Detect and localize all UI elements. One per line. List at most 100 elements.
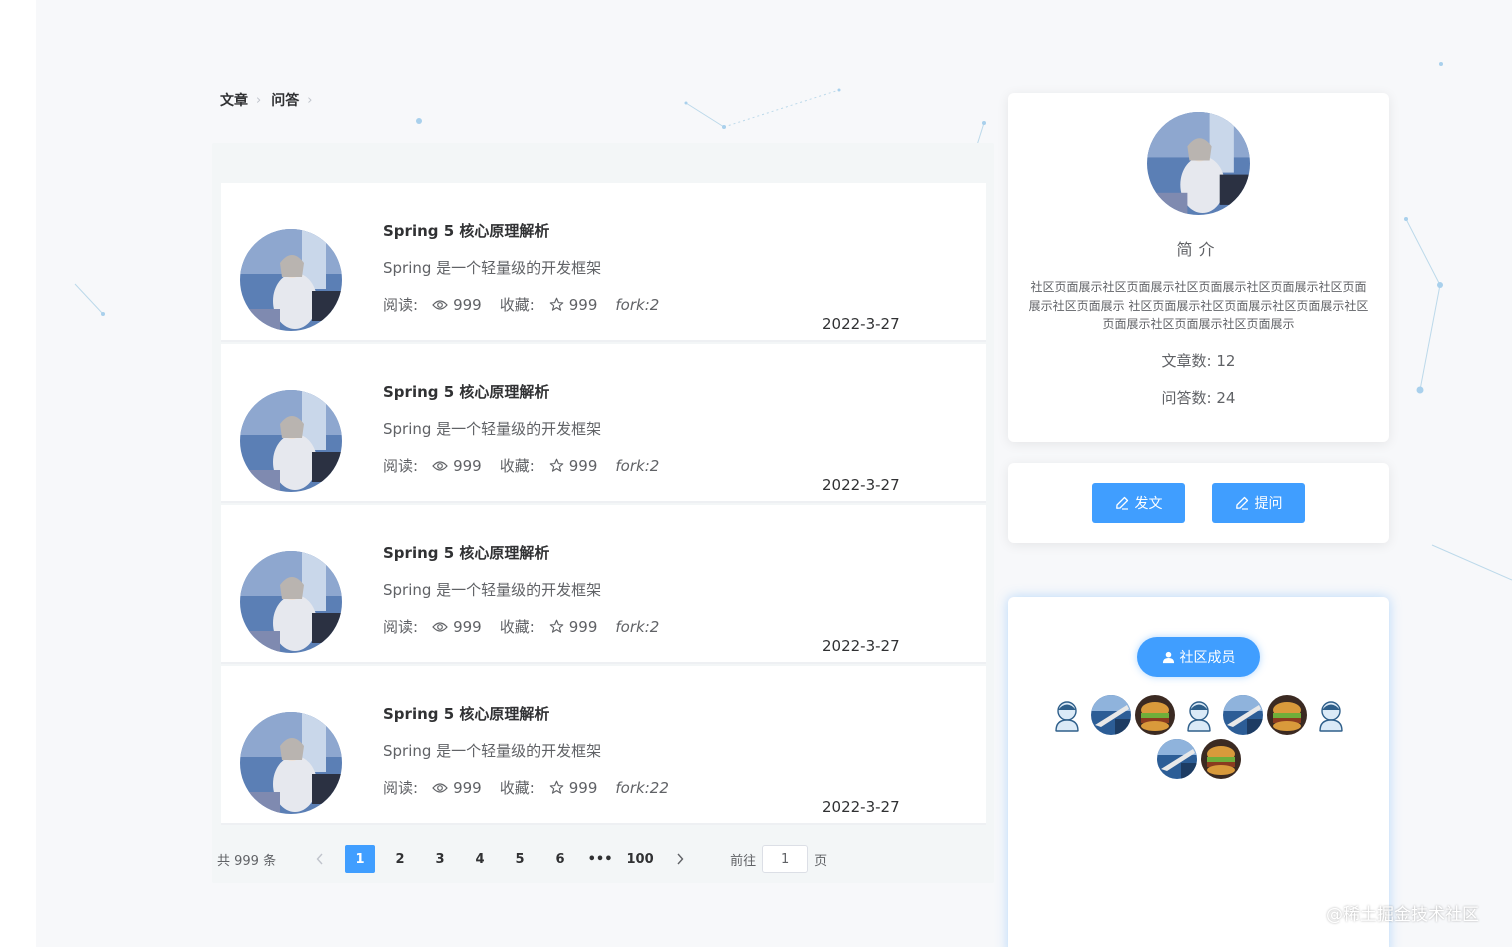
star-icon[interactable] xyxy=(549,458,564,473)
page-button-1[interactable]: 1 xyxy=(345,845,376,873)
author-avatar[interactable] xyxy=(240,229,342,331)
article-card[interactable]: Spring 5 核心原理解析 Spring 是一个轻量级的开发框架 阅读: 9… xyxy=(221,505,986,664)
article-list: Spring 5 核心原理解析 Spring 是一个轻量级的开发框架 阅读: 9… xyxy=(221,183,986,827)
goto-page-input[interactable] xyxy=(762,845,809,873)
author-avatar[interactable] xyxy=(240,551,342,653)
page-button-3[interactable]: 3 xyxy=(425,845,455,873)
page-button-5[interactable]: 5 xyxy=(505,845,535,873)
star-icon[interactable] xyxy=(549,619,564,634)
qa-count-value: 24 xyxy=(1216,389,1236,407)
post-article-button[interactable]: 发文 xyxy=(1092,483,1185,523)
article-title[interactable]: Spring 5 核心原理解析 xyxy=(383,220,549,241)
profile-title: 简介 xyxy=(1176,240,1221,259)
chevron-right-icon: › xyxy=(307,92,313,108)
read-count: 999 xyxy=(453,295,482,314)
more-pages-button[interactable]: ••• xyxy=(585,845,615,873)
community-members-label: 社区成员 xyxy=(1179,650,1236,666)
eye-icon xyxy=(432,782,448,794)
member-avatar[interactable] xyxy=(1267,695,1307,735)
profile-avatar[interactable] xyxy=(1147,112,1250,215)
article-date: 2022-3-27 xyxy=(822,637,900,655)
member-avatar[interactable] xyxy=(1179,695,1219,735)
page-button-2[interactable]: 2 xyxy=(385,845,415,873)
read-label: 阅读: xyxy=(383,296,419,314)
article-meta: 阅读: 999 收藏: 999 fork:2 xyxy=(383,616,659,637)
article-card[interactable]: Spring 5 核心原理解析 Spring 是一个轻量级的开发框架 阅读: 9… xyxy=(221,344,986,503)
article-date: 2022-3-27 xyxy=(822,798,900,816)
member-avatar[interactable] xyxy=(1047,695,1087,735)
eye-icon xyxy=(432,299,448,311)
star-icon[interactable] xyxy=(549,780,564,795)
profile-description: 社区页面展示社区页面展示社区页面展示社区页面展示社区页面展示社区页面展示 社区页… xyxy=(1028,280,1369,331)
article-title[interactable]: Spring 5 核心原理解析 xyxy=(383,703,549,724)
member-avatar-grid xyxy=(1044,693,1354,781)
page-button-4[interactable]: 4 xyxy=(465,845,495,873)
prev-page-button[interactable] xyxy=(305,845,335,873)
edit-icon xyxy=(1115,496,1128,510)
fork-count: fork:2 xyxy=(615,456,660,475)
article-card[interactable]: Spring 5 核心原理解析 Spring 是一个轻量级的开发框架 阅读: 9… xyxy=(221,183,986,342)
article-title[interactable]: Spring 5 核心原理解析 xyxy=(383,542,549,563)
page-jumper: 前往 页 xyxy=(730,845,827,873)
star-icon[interactable] xyxy=(549,297,564,312)
read-label: 阅读: xyxy=(383,779,419,797)
read-count: 999 xyxy=(453,778,482,797)
post-article-label: 发文 xyxy=(1134,496,1163,512)
actions-card: 发文 提问 xyxy=(1008,463,1389,543)
article-count-value: 12 xyxy=(1216,352,1236,370)
article-date: 2022-3-27 xyxy=(822,315,900,333)
ask-question-label: 提问 xyxy=(1254,496,1283,512)
member-avatar[interactable] xyxy=(1223,695,1263,735)
user-icon xyxy=(1162,651,1174,663)
edit-icon xyxy=(1235,496,1248,510)
chevron-left-icon xyxy=(316,853,323,865)
page-button-6[interactable]: 6 xyxy=(545,845,575,873)
author-avatar[interactable] xyxy=(240,390,342,492)
breadcrumb: 文章 › 问答 › xyxy=(220,90,322,110)
favorite-label: 收藏: xyxy=(499,779,535,797)
ask-question-button[interactable]: 提问 xyxy=(1212,483,1305,523)
article-description: Spring 是一个轻量级的开发框架 xyxy=(383,742,602,760)
member-avatar[interactable] xyxy=(1091,695,1131,735)
article-card[interactable]: Spring 5 核心原理解析 Spring 是一个轻量级的开发框架 阅读: 9… xyxy=(221,666,986,825)
read-count: 999 xyxy=(453,456,482,475)
members-card: 社区成员 xyxy=(1008,597,1389,947)
article-count-label: 文章数: xyxy=(1161,352,1212,370)
fork-count: fork:2 xyxy=(615,617,660,636)
article-description: Spring 是一个轻量级的开发框架 xyxy=(383,581,602,599)
chevron-right-icon: › xyxy=(256,92,262,108)
article-description: Spring 是一个轻量级的开发框架 xyxy=(383,420,602,438)
community-members-button[interactable]: 社区成员 xyxy=(1137,637,1260,677)
fork-count: fork:22 xyxy=(615,778,669,797)
total-count: 共 999 条 xyxy=(217,853,277,869)
qa-count-stat: 问答数: 24 xyxy=(1008,387,1389,408)
profile-card: 简介 社区页面展示社区页面展示社区页面展示社区页面展示社区页面展示社区页面展示 … xyxy=(1008,93,1389,442)
favorite-count: 999 xyxy=(568,778,598,797)
member-avatar[interactable] xyxy=(1201,739,1241,779)
author-avatar[interactable] xyxy=(240,712,342,814)
breadcrumb-item-qa[interactable]: 问答 xyxy=(271,90,299,110)
watermark: @稀土掘金技术社区 xyxy=(1326,905,1479,925)
favorite-count: 999 xyxy=(568,617,598,636)
page-button-100[interactable]: 100 xyxy=(625,845,655,873)
eye-icon xyxy=(432,621,448,633)
article-meta: 阅读: 999 收藏: 999 fork:2 xyxy=(383,455,659,476)
goto-prefix: 前往 xyxy=(730,853,757,869)
favorite-count: 999 xyxy=(568,295,598,314)
member-avatar[interactable] xyxy=(1311,695,1351,735)
favorite-label: 收藏: xyxy=(499,457,535,475)
member-avatar[interactable] xyxy=(1135,695,1175,735)
article-meta: 阅读: 999 收藏: 999 fork:2 xyxy=(383,294,659,315)
pagination: 共 999 条 1 2 3 4 5 6 ••• 100 前往 页 xyxy=(217,845,827,873)
favorite-label: 收藏: xyxy=(499,296,535,314)
favorite-label: 收藏: xyxy=(499,618,535,636)
article-description: Spring 是一个轻量级的开发框架 xyxy=(383,259,602,277)
breadcrumb-item-articles[interactable]: 文章 xyxy=(220,90,248,110)
eye-icon xyxy=(432,460,448,472)
read-label: 阅读: xyxy=(383,457,419,475)
favorite-count: 999 xyxy=(568,456,598,475)
member-avatar[interactable] xyxy=(1157,739,1197,779)
chevron-right-icon xyxy=(677,853,684,865)
next-page-button[interactable] xyxy=(665,845,695,873)
article-title[interactable]: Spring 5 核心原理解析 xyxy=(383,381,549,402)
